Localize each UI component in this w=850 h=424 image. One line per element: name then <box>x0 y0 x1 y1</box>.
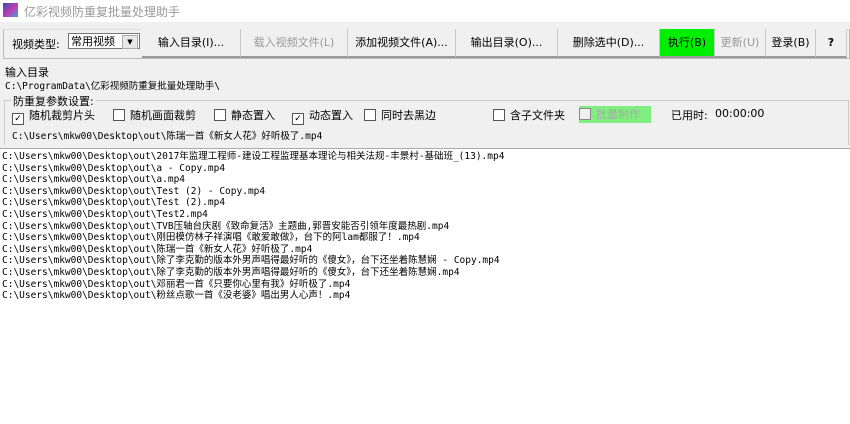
video-type-value: 常用视频 <box>71 35 115 48</box>
list-item[interactable]: C:\Users\mkw00\Desktop\out\Test2.mp4 <box>2 209 504 221</box>
output-dir-button[interactable]: 输出目录(O)... <box>456 29 558 58</box>
option-random-frame-crop[interactable]: 随机画面裁剪 <box>113 107 196 123</box>
help-button[interactable]: ? <box>816 29 847 58</box>
list-item[interactable]: C:\Users\mkw00\Desktop\out\刚田模仿林子祥演唱《敢爱敢… <box>2 232 504 244</box>
option-random-crop-head[interactable]: ✓ 随机裁剪片头 <box>12 107 95 125</box>
load-files-button[interactable]: 载入视频文件(L) <box>241 29 348 58</box>
list-item[interactable]: C:\Users\mkw00\Desktop\out\a - Copy.mp4 <box>2 163 504 175</box>
option-label: 静态置入 <box>231 109 275 122</box>
option-batch-make[interactable]: 批量制作 <box>579 106 651 123</box>
checkbox[interactable] <box>113 109 125 121</box>
checkbox[interactable] <box>214 109 226 121</box>
list-item[interactable]: C:\Users\mkw00\Desktop\out\Test (2) - Co… <box>2 186 504 198</box>
list-item[interactable]: C:\Users\mkw00\Desktop\out\陈瑞一首《新女人花》好听极… <box>2 244 504 256</box>
option-static-insert[interactable]: 静态置入 <box>214 107 275 123</box>
option-remove-black-border[interactable]: 同时去黑边 <box>364 107 436 123</box>
option-dynamic-insert[interactable]: ✓ 动态置入 <box>292 107 353 125</box>
option-label: 随机画面裁剪 <box>130 109 196 122</box>
file-list[interactable]: C:\Users\mkw00\Desktop\out\2017年监理工程师-建设… <box>2 151 504 302</box>
execute-button[interactable]: 执行(B) <box>660 29 715 58</box>
delete-selected-button[interactable]: 删除选中(D)... <box>558 29 660 58</box>
option-label: 批量制作 <box>596 108 640 121</box>
current-file: C:\Users\mkw00\Desktop\out\陈瑞一首《新女人花》好听极… <box>12 131 323 142</box>
option-label: 同时去黑边 <box>381 109 436 122</box>
elapsed-value: 00:00:00 <box>715 107 765 120</box>
list-item[interactable]: C:\Users\mkw00\Desktop\out\TVB压轴台庆剧《致命复活… <box>2 221 504 233</box>
login-button[interactable]: 登录(B) <box>766 29 816 58</box>
checkbox[interactable] <box>364 109 376 121</box>
add-files-button[interactable]: 添加视频文件(A)... <box>348 29 456 58</box>
checkbox[interactable]: ✓ <box>292 113 304 125</box>
checkbox[interactable] <box>493 109 505 121</box>
option-include-subfolders[interactable]: 含子文件夹 <box>493 107 565 123</box>
list-item[interactable]: C:\Users\mkw00\Desktop\out\除了李克勤的版本外男声唱得… <box>2 267 504 279</box>
update-button[interactable]: 更新(U) <box>715 29 766 58</box>
option-label: 随机裁剪片头 <box>29 109 95 122</box>
elapsed-label: 已用时: <box>671 109 708 122</box>
checkbox[interactable]: ✓ <box>12 113 24 125</box>
option-label: 动态置入 <box>309 109 353 122</box>
list-item[interactable]: C:\Users\mkw00\Desktop\out\除了李克勤的版本外男声唱得… <box>2 255 504 267</box>
window-title: 亿彩视频防重复批量处理助手 <box>24 5 181 19</box>
video-type-label: 视频类型: <box>12 38 60 51</box>
list-item[interactable]: C:\Users\mkw00\Desktop\out\a.mp4 <box>2 174 504 186</box>
option-label: 含子文件夹 <box>510 109 565 122</box>
video-type-select[interactable]: 常用视频 ▼ <box>68 33 140 49</box>
list-item[interactable]: C:\Users\mkw00\Desktop\out\Test (2).mp4 <box>2 197 504 209</box>
app-icon <box>3 3 18 17</box>
chevron-down-icon[interactable]: ▼ <box>122 35 138 49</box>
input-dir-button[interactable]: 输入目录(I)... <box>142 29 241 58</box>
input-dir-path: C:\ProgramData\亿彩视频防重复批量处理助手\ <box>5 81 221 92</box>
checkbox[interactable] <box>579 108 591 120</box>
list-item[interactable]: C:\Users\mkw00\Desktop\out\粉丝点歌一首《没老婆》唱出… <box>2 290 504 302</box>
list-item[interactable]: C:\Users\mkw00\Desktop\out\2017年监理工程师-建设… <box>2 151 504 163</box>
list-item[interactable]: C:\Users\mkw00\Desktop\out\邓丽君一首《只要你心里有我… <box>2 279 504 291</box>
